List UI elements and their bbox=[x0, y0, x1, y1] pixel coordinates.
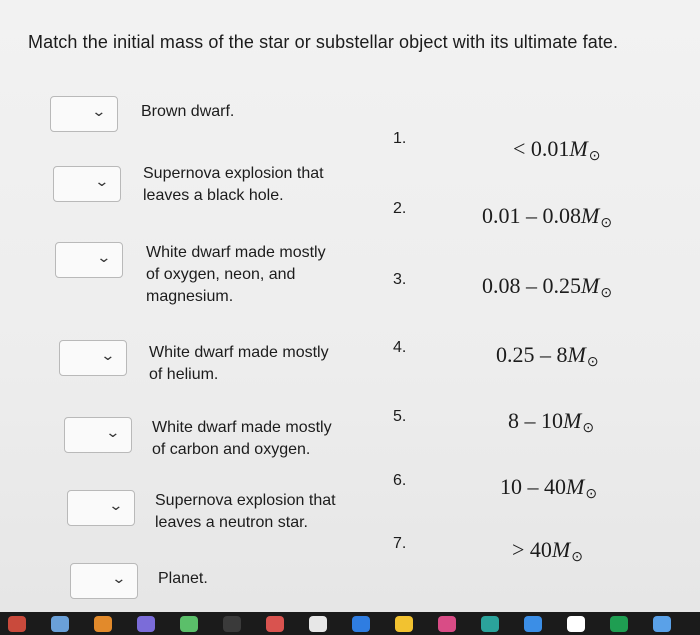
mass-range: > 40M⊙ bbox=[512, 537, 583, 565]
mass-number: 1. bbox=[393, 130, 407, 147]
fate-select-5[interactable]: ⌄ bbox=[64, 417, 132, 453]
fate-select-1[interactable]: ⌄ bbox=[50, 96, 118, 132]
mass-number: 2. bbox=[393, 200, 407, 217]
mass-range: 0.01 – 0.08M⊙ bbox=[482, 203, 613, 231]
mass-number: 5. bbox=[393, 408, 407, 425]
mass-range: < 0.01M⊙ bbox=[513, 136, 601, 164]
quiz-page: Match the initial mass of the star or su… bbox=[0, 0, 700, 612]
fate-label: Supernova explosion that leaves a neutro… bbox=[155, 492, 336, 531]
dock-app-icon[interactable] bbox=[180, 616, 198, 632]
dock-app-icon[interactable] bbox=[51, 616, 69, 632]
dock-app-icon[interactable] bbox=[610, 616, 628, 632]
chevron-down-icon: ⌄ bbox=[96, 250, 112, 266]
dock-app-icon[interactable] bbox=[653, 616, 671, 632]
dock-app-icon[interactable] bbox=[309, 616, 327, 632]
dock-app-icon[interactable] bbox=[94, 616, 112, 632]
mass-range: 0.25 – 8M⊙ bbox=[496, 342, 599, 370]
dock-app-icon[interactable] bbox=[438, 616, 456, 632]
mass-range: 0.08 – 0.25M⊙ bbox=[482, 273, 613, 301]
chevron-down-icon: ⌄ bbox=[111, 571, 127, 587]
dock-bar bbox=[0, 612, 700, 635]
dock-app-icon[interactable] bbox=[352, 616, 370, 632]
dock-app-icon[interactable] bbox=[395, 616, 413, 632]
fate-select-4[interactable]: ⌄ bbox=[59, 340, 127, 376]
mass-number: 3. bbox=[393, 271, 407, 288]
mass-number: 6. bbox=[393, 472, 407, 489]
fate-label: Planet. bbox=[158, 570, 208, 587]
fate-select-6[interactable]: ⌄ bbox=[67, 490, 135, 526]
question-text: Match the initial mass of the star or su… bbox=[28, 32, 619, 52]
dock-app-icon[interactable] bbox=[567, 616, 585, 632]
mass-number: 7. bbox=[393, 535, 407, 552]
fate-label: Brown dwarf. bbox=[141, 103, 235, 120]
mass-range: 10 – 40M⊙ bbox=[500, 474, 598, 502]
fate-label: White dwarf made mostly of helium. bbox=[149, 344, 329, 383]
fate-select-3[interactable]: ⌄ bbox=[55, 242, 123, 278]
fate-select-2[interactable]: ⌄ bbox=[53, 166, 121, 202]
dock-app-icon[interactable] bbox=[524, 616, 542, 632]
dock-app-icon[interactable] bbox=[8, 616, 26, 632]
dock-app-icon[interactable] bbox=[266, 616, 284, 632]
dock-app-icon[interactable] bbox=[223, 616, 241, 632]
mass-range: 8 – 10M⊙ bbox=[508, 408, 595, 436]
fate-label: Supernova explosion that leaves a black … bbox=[143, 165, 324, 204]
fate-select-7[interactable]: ⌄ bbox=[70, 563, 138, 599]
chevron-down-icon: ⌄ bbox=[94, 174, 110, 190]
chevron-down-icon: ⌄ bbox=[100, 348, 116, 364]
dock-app-icon[interactable] bbox=[137, 616, 155, 632]
fate-label: White dwarf made mostly of carbon and ox… bbox=[152, 419, 332, 458]
chevron-down-icon: ⌄ bbox=[91, 104, 107, 120]
chevron-down-icon: ⌄ bbox=[105, 425, 121, 441]
chevron-down-icon: ⌄ bbox=[108, 498, 124, 514]
dock-app-icon[interactable] bbox=[481, 616, 499, 632]
fate-label: White dwarf made mostly of oxygen, neon,… bbox=[146, 244, 326, 305]
mass-number: 4. bbox=[393, 339, 407, 356]
